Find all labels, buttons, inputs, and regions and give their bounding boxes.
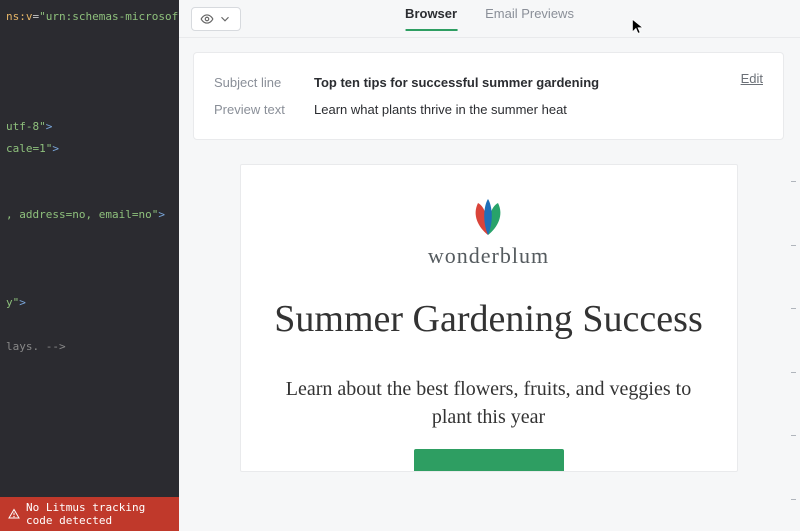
subject-line-value: Top ten tips for successful summer garde… — [314, 75, 599, 90]
warning-icon — [8, 508, 20, 520]
email-headline: Summer Gardening Success — [274, 297, 702, 343]
code-line[interactable]: ns:v="urn:schemas-microsoft- — [0, 6, 179, 28]
code-line[interactable]: y"> — [0, 292, 179, 314]
visibility-dropdown-button[interactable] — [191, 7, 241, 31]
code-line[interactable]: , address=no, email=no"> — [0, 204, 179, 226]
code-line[interactable] — [0, 28, 179, 50]
email-subhead: Learn about the best flowers, fruits, an… — [269, 375, 709, 431]
code-line[interactable] — [0, 50, 179, 72]
email-body-preview: wonderblum Summer Gardening Success Lear… — [240, 164, 738, 472]
code-line[interactable]: cale=1"> — [0, 138, 179, 160]
code-line[interactable] — [0, 226, 179, 248]
tracking-warning-banner: No Litmus tracking code detected — [0, 497, 179, 531]
preview-panel: Browser Email Previews Edit Subject line… — [179, 0, 800, 531]
preview-text-label: Preview text — [214, 102, 314, 117]
tab-email-previews[interactable]: Email Previews — [485, 6, 574, 31]
cta-button-peek[interactable] — [414, 449, 564, 471]
brand-logo: wonderblum — [428, 197, 549, 269]
subject-line-label: Subject line — [214, 75, 314, 90]
eye-icon — [200, 12, 214, 26]
preview-tabs: Browser Email Previews — [405, 6, 574, 31]
flower-icon — [458, 197, 518, 237]
code-line[interactable]: utf-8"> — [0, 116, 179, 138]
code-editor-panel[interactable]: ns:v="urn:schemas-microsoft- utf-8">cale… — [0, 0, 179, 531]
code-line[interactable] — [0, 314, 179, 336]
code-line[interactable] — [0, 94, 179, 116]
tab-browser[interactable]: Browser — [405, 6, 457, 31]
chevron-down-icon — [218, 12, 232, 26]
code-line[interactable] — [0, 248, 179, 270]
tracking-warning-text: No Litmus tracking code detected — [26, 501, 171, 527]
code-line[interactable] — [0, 182, 179, 204]
topbar: Browser Email Previews — [179, 0, 800, 38]
mouse-cursor-icon — [631, 18, 645, 36]
email-meta-card: Edit Subject line Top ten tips for succe… — [193, 52, 784, 140]
right-gutter — [786, 150, 800, 531]
code-line[interactable] — [0, 72, 179, 94]
brand-name: wonderblum — [428, 243, 549, 269]
code-line[interactable]: lays. --> — [0, 336, 179, 358]
edit-meta-link[interactable]: Edit — [741, 71, 763, 86]
code-line[interactable] — [0, 160, 179, 182]
code-line[interactable] — [0, 270, 179, 292]
preview-text-value: Learn what plants thrive in the summer h… — [314, 102, 567, 117]
